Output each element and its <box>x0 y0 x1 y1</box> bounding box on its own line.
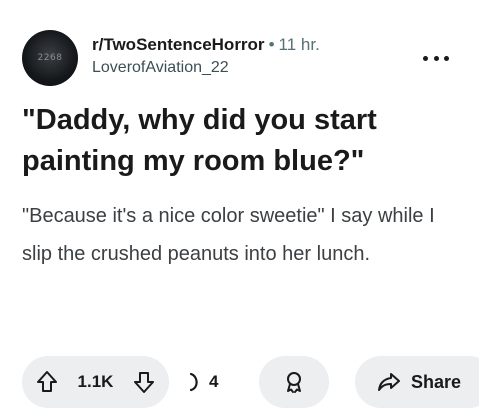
award-button[interactable] <box>259 356 329 408</box>
meta-separator: • <box>268 35 275 54</box>
downvote-button[interactable] <box>133 370 155 394</box>
vote-count: 1.1K <box>77 372 114 391</box>
post-body: "Because it's a nice color sweetie" I sa… <box>22 205 435 265</box>
more-options-button[interactable] <box>423 50 449 66</box>
subreddit-link[interactable]: r/TwoSentenceHorror <box>92 35 265 54</box>
post-header: 2268 r/TwoSentenceHorror • 11 hr. LoverofA… <box>22 30 479 90</box>
subreddit-avatar[interactable]: 2268 <box>22 30 78 86</box>
comments-button[interactable]: 4 <box>185 356 237 408</box>
award-icon <box>287 372 301 393</box>
action-bar: 1.1K 4 Share <box>22 356 479 408</box>
post-card: 2268 r/TwoSentenceHorror • 11 hr. LoverofA… <box>0 0 479 416</box>
author-link[interactable]: LoverofAviation_22 <box>92 58 320 78</box>
more-horizontal-icon <box>423 55 428 61</box>
comment-bubble-icon <box>189 372 198 392</box>
post-timestamp: 11 hr. <box>278 35 320 54</box>
post-title[interactable]: "Daddy, why did you start painting my ro… <box>22 100 462 182</box>
share-label: Share <box>411 371 462 392</box>
share-arrow-icon <box>378 373 400 391</box>
vote-control: 1.1K <box>22 356 169 408</box>
meta-line: r/TwoSentenceHorror • 11 hr. <box>92 35 320 55</box>
avatar-label: 2268 <box>37 53 63 63</box>
arrow-up-icon <box>37 371 57 392</box>
post-meta: r/TwoSentenceHorror • 11 hr. LoverofAviati… <box>92 35 320 78</box>
comment-count: 4 <box>209 372 219 391</box>
arrow-down-icon <box>133 372 154 393</box>
more-horizontal-icon <box>433 55 439 61</box>
more-horizontal-icon <box>444 55 449 61</box>
upvote-button[interactable] <box>36 370 58 394</box>
share-button[interactable]: Share <box>355 356 479 408</box>
